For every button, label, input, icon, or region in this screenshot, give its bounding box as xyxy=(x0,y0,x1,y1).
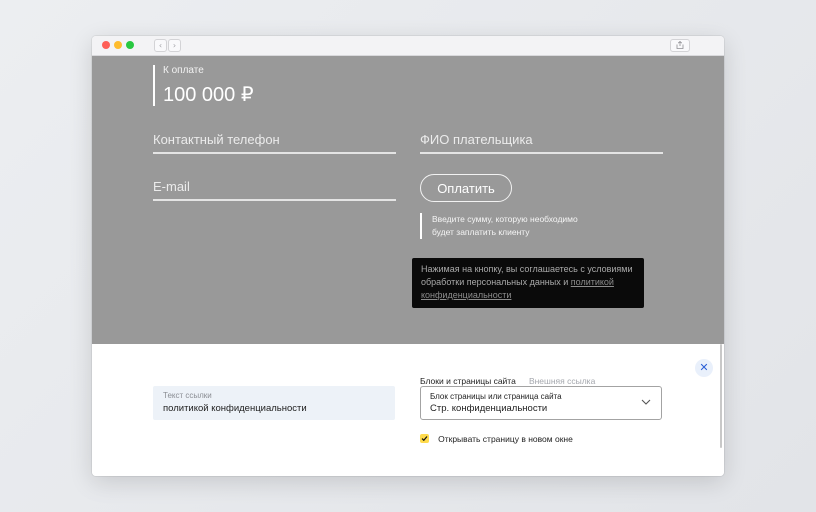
page-select-label: Блок страницы или страница сайта xyxy=(430,392,562,401)
link-text-value: политикой конфиденциальности xyxy=(163,403,307,414)
chevron-down-icon xyxy=(641,399,651,405)
tab-site-pages[interactable]: Блоки и страницы сайта xyxy=(420,376,516,386)
new-window-label: Открывать страницу в новом окне xyxy=(438,433,573,444)
tab-external-link[interactable]: Внешняя ссылка xyxy=(529,376,595,386)
consent-tooltip: Нажимая на кнопку, вы соглашаетесь с усл… xyxy=(412,258,644,308)
link-text-label: Текст ссылки xyxy=(163,391,212,400)
hint-line-2: будет заплатить клиенту xyxy=(432,227,530,237)
hint-line-1: Введите сумму, которую необходимо xyxy=(432,214,578,224)
pay-button[interactable]: Оплатить xyxy=(420,174,512,202)
link-text-input[interactable]: Текст ссылки политикой конфиденциальност… xyxy=(153,386,395,420)
link-settings-panel: ✕ Текст ссылки политикой конфиденциально… xyxy=(92,344,724,476)
amount-value: 100 000 ₽ xyxy=(163,84,254,106)
payer-name-placeholder: ФИО плательщика xyxy=(420,132,533,147)
amount-label: К оплате xyxy=(163,65,204,76)
payment-form-dimmed: К оплате 100 000 ₽ Контактный телефон ФИ… xyxy=(92,56,724,344)
close-window-dot[interactable] xyxy=(102,41,110,49)
phone-placeholder: Контактный телефон xyxy=(153,132,280,147)
phone-field[interactable]: Контактный телефон xyxy=(153,128,396,154)
share-icon[interactable] xyxy=(670,39,690,52)
chevron-left-icon[interactable]: ‹ xyxy=(154,39,167,52)
page-select-value: Стр. конфиденциальности xyxy=(430,403,548,414)
close-icon[interactable]: ✕ xyxy=(695,359,713,377)
new-window-checkbox[interactable] xyxy=(420,434,429,443)
minimize-window-dot[interactable] xyxy=(114,41,122,49)
chevron-right-icon[interactable]: › xyxy=(168,39,181,52)
panel-scrollbar[interactable] xyxy=(720,344,722,448)
amount-block: К оплате 100 000 ₽ xyxy=(153,65,254,106)
amount-hint: Введите сумму, которую необходимо будет … xyxy=(420,213,632,239)
new-window-option[interactable]: Открывать страницу в новом окне xyxy=(420,428,573,447)
payer-name-field[interactable]: ФИО плательщика xyxy=(420,128,663,154)
browser-titlebar: ‹ › xyxy=(92,36,724,74)
email-placeholder: E-mail xyxy=(153,179,190,194)
page-select[interactable]: Блок страницы или страница сайта Стр. ко… xyxy=(420,386,662,420)
email-field[interactable]: E-mail xyxy=(153,175,396,201)
maximize-window-dot[interactable] xyxy=(126,41,134,49)
browser-window: ‹ › К оплате 100 000 ₽ Контактный телефо… xyxy=(92,36,724,476)
checkmark-icon xyxy=(421,436,428,442)
